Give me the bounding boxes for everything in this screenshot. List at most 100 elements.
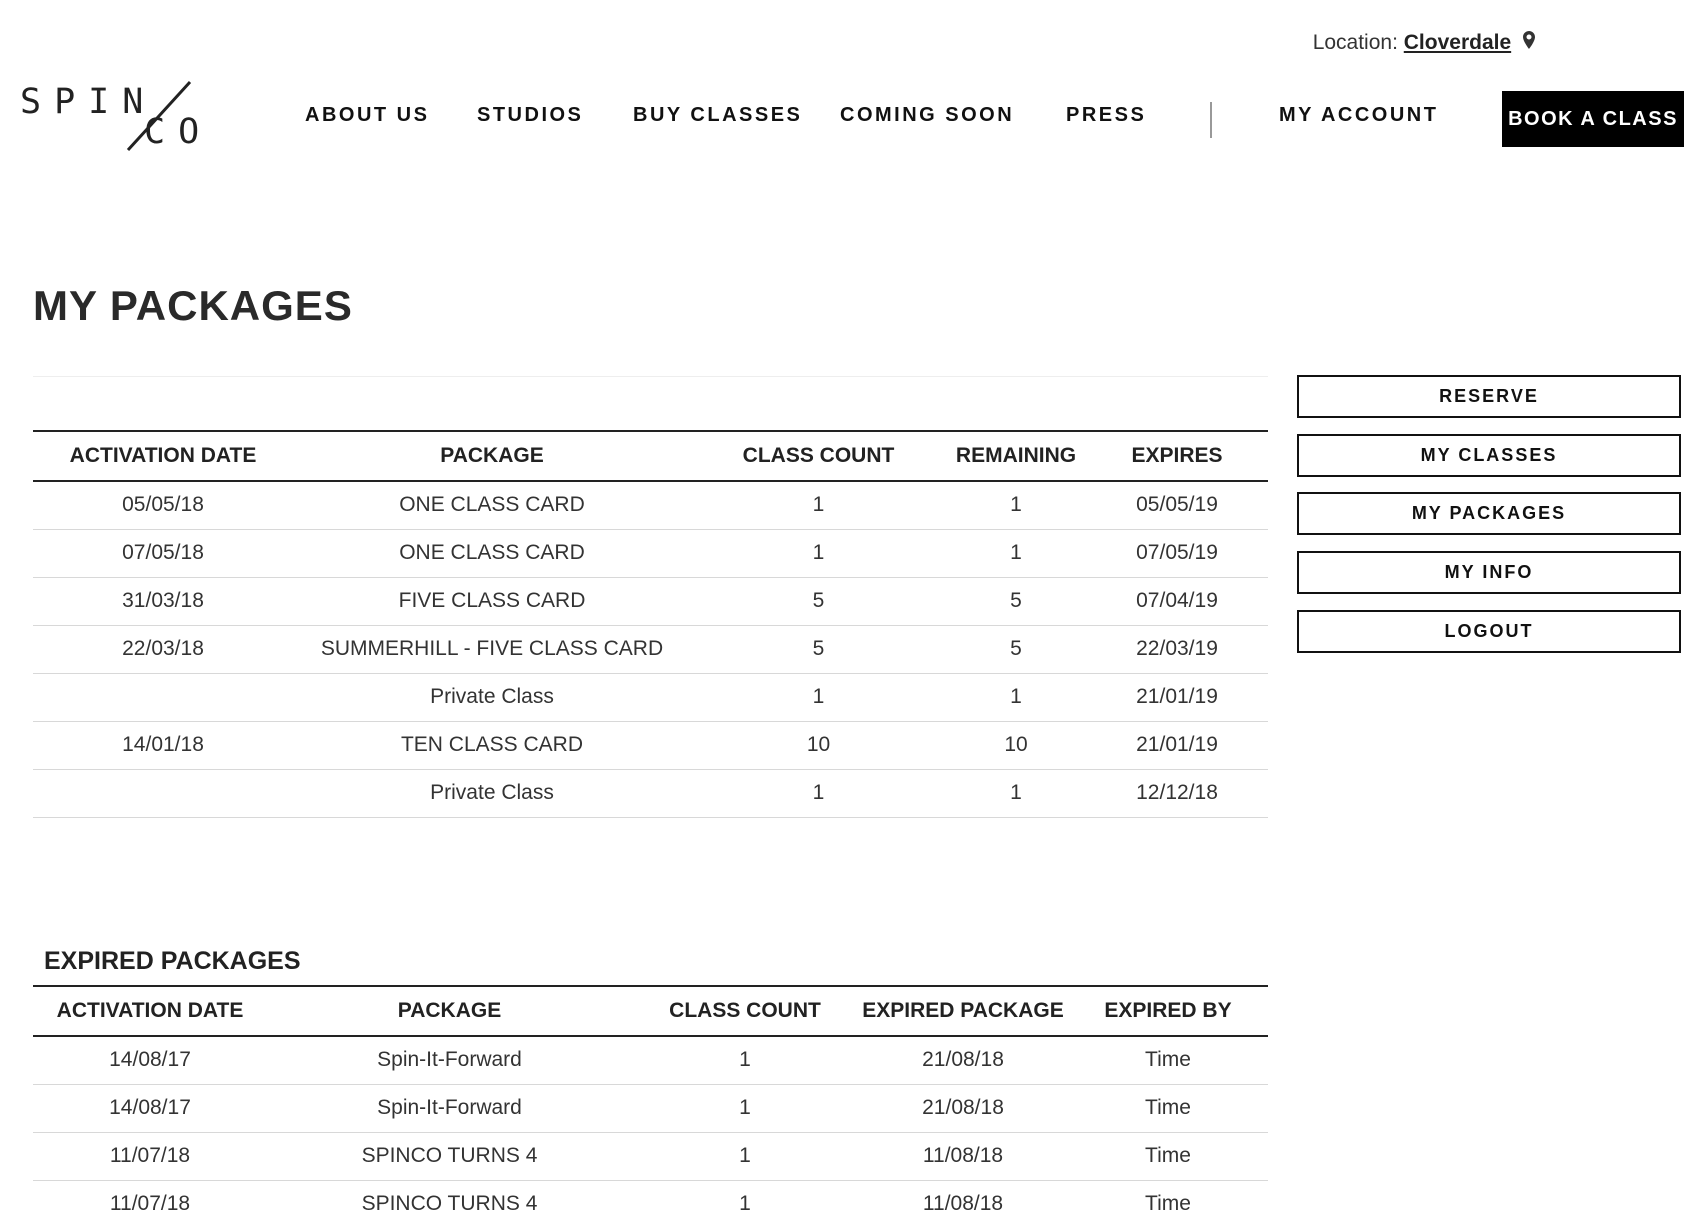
cell-remaining: 10 (946, 721, 1086, 770)
cell-activation-date: 11/07/18 (33, 1132, 267, 1181)
table-row: 07/05/18 ONE CLASS CARD 1 1 07/05/19 (33, 529, 1268, 578)
cell-remaining: 1 (946, 673, 1086, 722)
column-header: CLASS COUNT (632, 985, 858, 1037)
cell-expired-by: Time (1068, 1132, 1268, 1181)
nav-my-account[interactable]: MY ACCOUNT (1279, 104, 1438, 127)
cell-package: SPINCO TURNS 4 (267, 1180, 632, 1218)
cell-expired-package: 21/08/18 (858, 1036, 1068, 1085)
cell-activation-date: 31/03/18 (33, 577, 293, 626)
nav-about-us[interactable]: ABOUT US (305, 104, 429, 127)
cell-expires: 12/12/18 (1086, 769, 1268, 818)
cell-activation-date: 14/01/18 (33, 721, 293, 770)
column-header: PACKAGE (293, 430, 691, 482)
table-row: 14/01/18 TEN CLASS CARD 10 10 21/01/19 (33, 721, 1268, 770)
cell-package: Private Class (293, 769, 691, 818)
cell-expired-by: Time (1068, 1036, 1268, 1085)
column-header: PACKAGE (267, 985, 632, 1037)
cell-activation-date: 14/08/17 (33, 1084, 267, 1133)
nav-buy-classes[interactable]: BUY CLASSES (633, 104, 802, 127)
cell-expired-package: 11/08/18 (858, 1180, 1068, 1218)
cell-package: Spin-It-Forward (267, 1036, 632, 1085)
cell-expires: 22/03/19 (1086, 625, 1268, 674)
cell-class-count: 1 (632, 1036, 858, 1085)
cell-class-count: 1 (632, 1084, 858, 1133)
cell-package: FIVE CLASS CARD (293, 577, 691, 626)
cell-expired-by: Time (1068, 1084, 1268, 1133)
cell-activation-date (33, 769, 293, 818)
cell-expires: 07/05/19 (1086, 529, 1268, 578)
cell-activation-date: 14/08/17 (33, 1036, 267, 1085)
table-row: 31/03/18 FIVE CLASS CARD 5 5 07/04/19 (33, 577, 1268, 626)
my-classes-button[interactable]: MY CLASSES (1297, 434, 1681, 477)
cell-package: ONE CLASS CARD (293, 529, 691, 578)
book-a-class-button[interactable]: BOOK A CLASS (1502, 91, 1684, 147)
cell-package: ONE CLASS CARD (293, 481, 691, 530)
map-pin-icon[interactable] (1523, 31, 1535, 54)
nav-studios[interactable]: STUDIOS (477, 104, 583, 127)
my-packages-button[interactable]: MY PACKAGES (1297, 492, 1681, 535)
cell-class-count: 1 (691, 673, 946, 722)
column-header: EXPIRED BY (1068, 985, 1268, 1037)
column-header: REMAINING (946, 430, 1086, 482)
cell-expired-package: 21/08/18 (858, 1084, 1068, 1133)
expired-packages-title: EXPIRED PACKAGES (44, 947, 301, 975)
table-row: 14/08/17 Spin-It-Forward 1 21/08/18 Time (33, 1084, 1268, 1133)
table-row: 11/07/18 SPINCO TURNS 4 1 11/08/18 Time (33, 1132, 1268, 1181)
cell-package: SPINCO TURNS 4 (267, 1132, 632, 1181)
expired-packages-table: ACTIVATION DATE PACKAGE CLASS COUNT EXPI… (33, 985, 1268, 1218)
cell-activation-date: 11/07/18 (33, 1180, 267, 1218)
table-row: Private Class 1 1 12/12/18 (33, 769, 1268, 818)
cell-expires: 07/04/19 (1086, 577, 1268, 626)
table-row: 11/07/18 SPINCO TURNS 4 1 11/08/18 Time (33, 1180, 1268, 1218)
cell-class-count: 1 (632, 1180, 858, 1218)
cell-package: SUMMERHILL - FIVE CLASS CARD (293, 625, 691, 674)
cell-activation-date: 05/05/18 (33, 481, 293, 530)
cell-class-count: 1 (632, 1132, 858, 1181)
packages-table: ACTIVATION DATE PACKAGE CLASS COUNT REMA… (33, 430, 1268, 818)
cell-remaining: 1 (946, 769, 1086, 818)
cell-expires: 21/01/19 (1086, 721, 1268, 770)
logout-button[interactable]: LOGOUT (1297, 610, 1681, 653)
divider (33, 376, 1268, 377)
location-label: Location: (1312, 31, 1398, 54)
nav-coming-soon[interactable]: COMING SOON (840, 104, 1014, 127)
cell-activation-date: 07/05/18 (33, 529, 293, 578)
column-header: EXPIRES (1086, 430, 1268, 482)
column-header: ACTIVATION DATE (33, 430, 293, 482)
my-info-button[interactable]: MY INFO (1297, 551, 1681, 594)
cell-class-count: 5 (691, 577, 946, 626)
cell-class-count: 1 (691, 481, 946, 530)
column-header: ACTIVATION DATE (33, 985, 267, 1037)
location-link[interactable]: Cloverdale (1404, 31, 1511, 54)
cell-remaining: 1 (946, 529, 1086, 578)
cell-remaining: 5 (946, 625, 1086, 674)
cell-remaining: 1 (946, 481, 1086, 530)
cell-class-count: 5 (691, 625, 946, 674)
cell-expired-by: Time (1068, 1180, 1268, 1218)
cell-class-count: 1 (691, 529, 946, 578)
table-header-row: ACTIVATION DATE PACKAGE CLASS COUNT EXPI… (33, 985, 1268, 1037)
reserve-button[interactable]: RESERVE (1297, 375, 1681, 418)
cell-class-count: 10 (691, 721, 946, 770)
cell-package: Spin-It-Forward (267, 1084, 632, 1133)
cell-activation-date (33, 673, 293, 722)
cell-class-count: 1 (691, 769, 946, 818)
cell-expires: 05/05/19 (1086, 481, 1268, 530)
page-title: MY PACKAGES (33, 282, 353, 329)
main-nav: ABOUT US STUDIOS BUY CLASSES COMING SOON… (0, 102, 1708, 138)
cell-package: TEN CLASS CARD (293, 721, 691, 770)
cell-remaining: 5 (946, 577, 1086, 626)
cell-activation-date: 22/03/18 (33, 625, 293, 674)
table-row: 05/05/18 ONE CLASS CARD 1 1 05/05/19 (33, 481, 1268, 530)
column-header: CLASS COUNT (691, 430, 946, 482)
column-header: EXPIRED PACKAGE (858, 985, 1068, 1037)
nav-divider (1210, 102, 1212, 138)
table-row: 22/03/18 SUMMERHILL - FIVE CLASS CARD 5 … (33, 625, 1268, 674)
location-selector: Location: Cloverdale (1313, 31, 1535, 55)
table-header-row: ACTIVATION DATE PACKAGE CLASS COUNT REMA… (33, 430, 1268, 482)
table-row: 14/08/17 Spin-It-Forward 1 21/08/18 Time (33, 1036, 1268, 1085)
nav-press[interactable]: PRESS (1066, 104, 1146, 127)
table-row: Private Class 1 1 21/01/19 (33, 673, 1268, 722)
cell-package: Private Class (293, 673, 691, 722)
cell-expires: 21/01/19 (1086, 673, 1268, 722)
